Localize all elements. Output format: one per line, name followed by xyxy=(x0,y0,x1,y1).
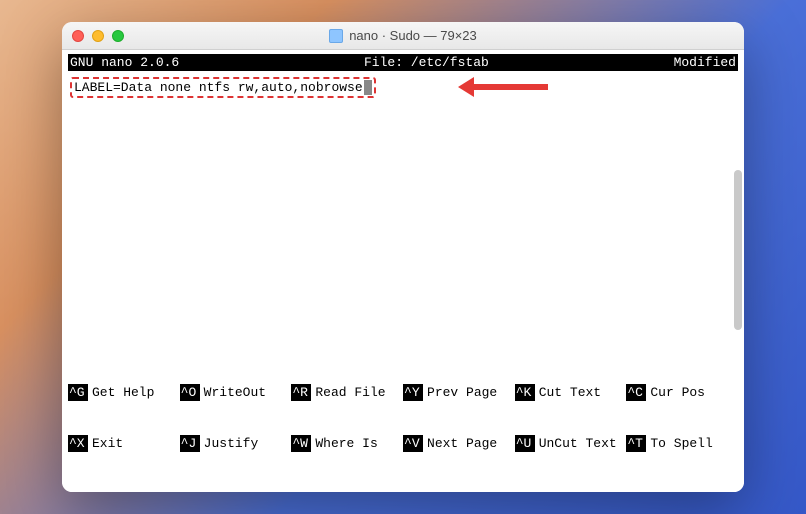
nano-version: GNU nano 2.0.6 xyxy=(70,54,179,71)
shortcut-label: Cut Text xyxy=(535,384,601,401)
shortcut-label: Prev Page xyxy=(423,384,497,401)
shortcut-label: To Spell xyxy=(646,435,712,452)
shortcut-label: Where Is xyxy=(311,435,377,452)
shortcut-prev-page[interactable]: ^Y Prev Page xyxy=(403,384,515,401)
shortcut-label: Exit xyxy=(88,435,123,452)
close-icon[interactable] xyxy=(72,30,84,42)
shortcut-row: ^G Get Help ^O WriteOut ^R Read File ^Y … xyxy=(68,384,738,401)
shortcut-key: ^Y xyxy=(403,384,423,401)
shortcut-exit[interactable]: ^X Exit xyxy=(68,435,180,452)
editor-line: LABEL=Data none ntfs rw,auto,nobrowse xyxy=(74,80,363,95)
shortcut-key: ^K xyxy=(515,384,535,401)
shortcut-label: Read File xyxy=(311,384,385,401)
shortcut-to-spell[interactable]: ^T To Spell xyxy=(626,435,738,452)
shortcut-justify[interactable]: ^J Justify xyxy=(180,435,292,452)
shortcut-label: Cur Pos xyxy=(646,384,705,401)
scrollbar[interactable] xyxy=(734,170,742,330)
shortcut-key: ^J xyxy=(180,435,200,452)
traffic-lights xyxy=(72,30,124,42)
annotation-arrow xyxy=(458,77,548,97)
shortcut-writeout[interactable]: ^O WriteOut xyxy=(180,384,292,401)
terminal-window: nano · Sudo — 79×23 GNU nano 2.0.6 File:… xyxy=(62,22,744,492)
shortcut-label: Next Page xyxy=(423,435,497,452)
shortcut-label: Justify xyxy=(200,435,259,452)
shortcut-label: WriteOut xyxy=(200,384,266,401)
annotation-highlight: LABEL=Data none ntfs rw,auto,nobrowse xyxy=(70,77,376,98)
shortcut-read-file[interactable]: ^R Read File xyxy=(291,384,403,401)
shortcut-key: ^T xyxy=(626,435,646,452)
shortcut-key: ^R xyxy=(291,384,311,401)
shortcut-key: ^V xyxy=(403,435,423,452)
shortcut-key: ^G xyxy=(68,384,88,401)
shortcut-row: ^X Exit ^J Justify ^W Where Is ^V Next P… xyxy=(68,435,738,452)
maximize-icon[interactable] xyxy=(112,30,124,42)
shortcut-key: ^C xyxy=(626,384,646,401)
document-icon xyxy=(329,29,343,43)
terminal-surface[interactable]: GNU nano 2.0.6 File: /etc/fstab Modified… xyxy=(62,50,744,492)
text-cursor xyxy=(364,80,372,95)
shortcut-key: ^W xyxy=(291,435,311,452)
window-title: nano · Sudo — 79×23 xyxy=(62,28,744,43)
minimize-icon[interactable] xyxy=(92,30,104,42)
shortcut-key: ^O xyxy=(180,384,200,401)
shortcut-cut-text[interactable]: ^K Cut Text xyxy=(515,384,627,401)
shortcut-label: UnCut Text xyxy=(535,435,617,452)
shortcut-key: ^U xyxy=(515,435,535,452)
shortcut-next-page[interactable]: ^V Next Page xyxy=(403,435,515,452)
editor-area[interactable]: LABEL=Data none ntfs rw,auto,nobrowse xyxy=(68,71,738,348)
nano-file: File: /etc/fstab xyxy=(179,54,673,71)
nano-header: GNU nano 2.0.6 File: /etc/fstab Modified xyxy=(68,54,738,71)
shortcut-label: Get Help xyxy=(88,384,154,401)
shortcut-uncut-text[interactable]: ^U UnCut Text xyxy=(515,435,627,452)
shortcut-cur-pos[interactable]: ^C Cur Pos xyxy=(626,384,738,401)
nano-status: Modified xyxy=(674,54,736,71)
shortcut-where-is[interactable]: ^W Where Is xyxy=(291,435,403,452)
shortcut-get-help[interactable]: ^G Get Help xyxy=(68,384,180,401)
shortcut-bar: ^G Get Help ^O WriteOut ^R Read File ^Y … xyxy=(68,348,738,486)
shortcut-key: ^X xyxy=(68,435,88,452)
titlebar: nano · Sudo — 79×23 xyxy=(62,22,744,50)
window-title-text: nano · Sudo — 79×23 xyxy=(349,28,477,43)
